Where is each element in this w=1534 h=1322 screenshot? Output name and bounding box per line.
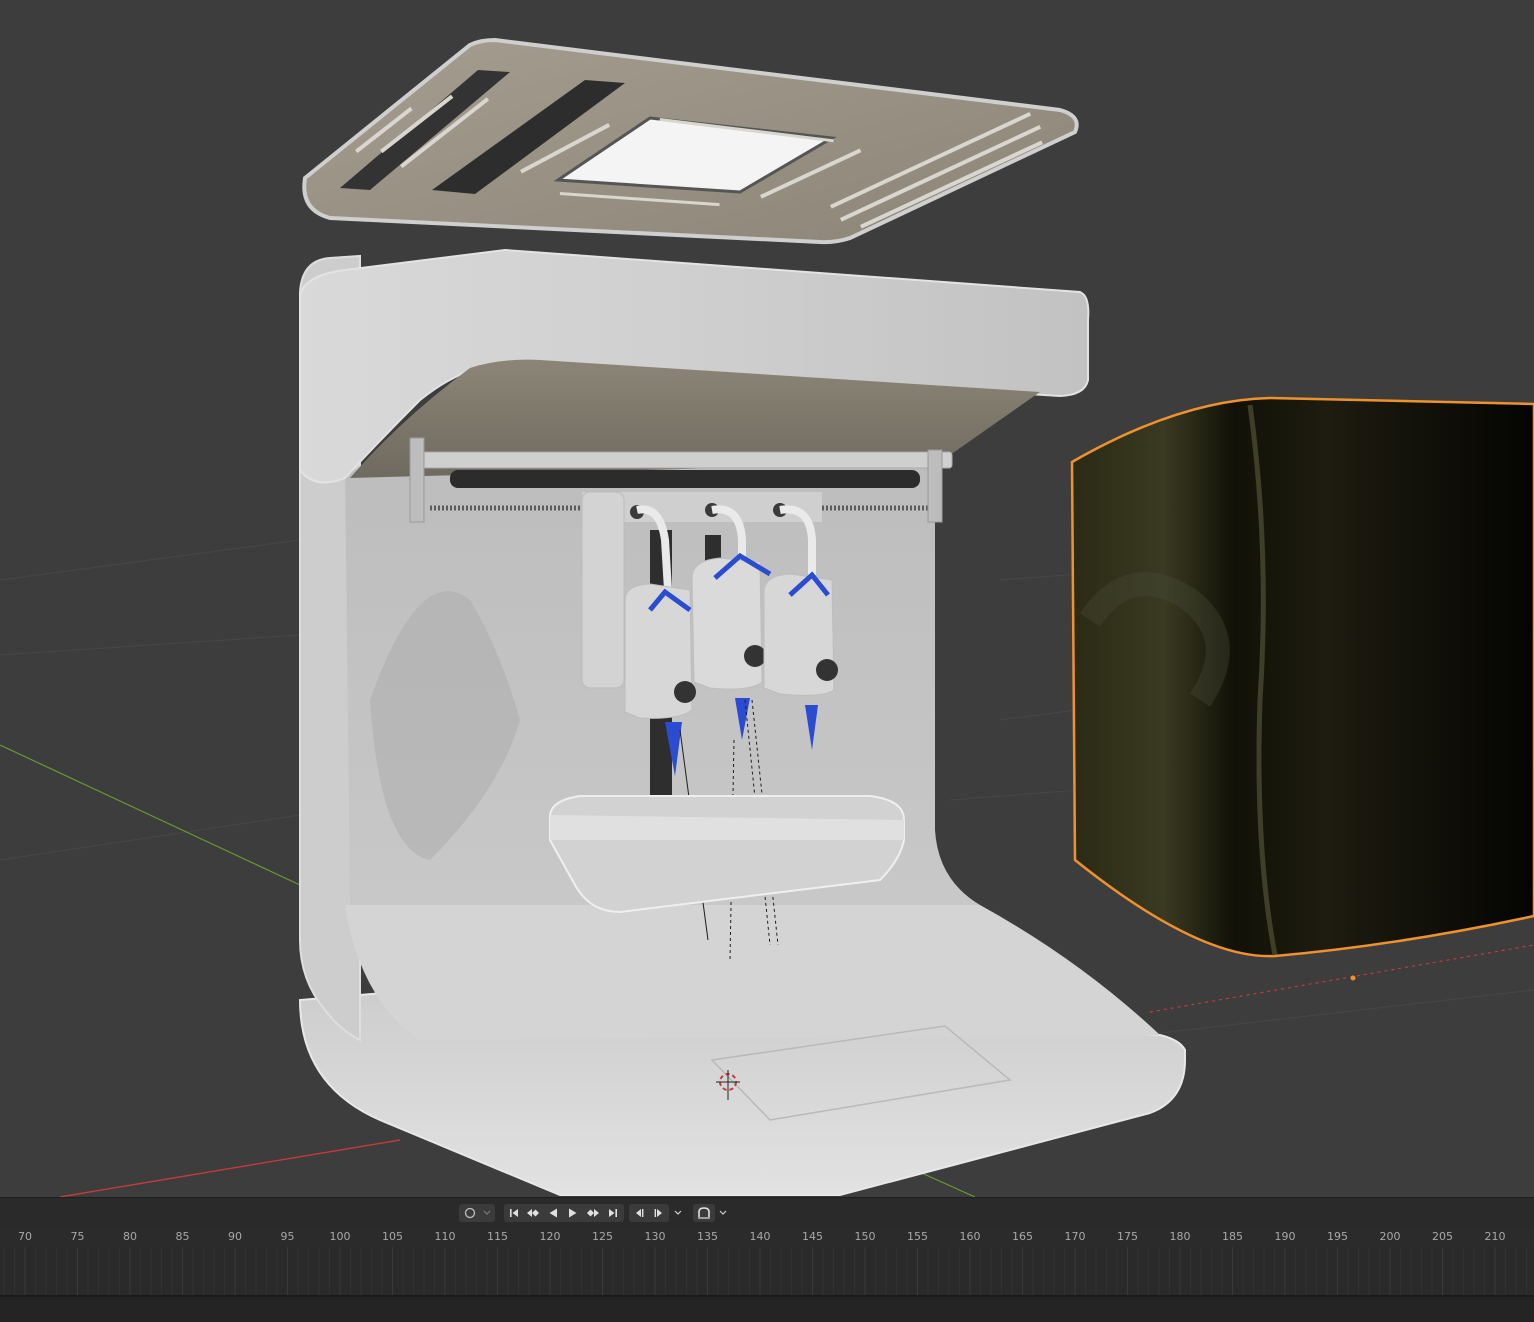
frame-label: 185: [1222, 1230, 1243, 1243]
y-axis-line-lower: [914, 1169, 976, 1197]
timeline-header: [0, 1197, 1534, 1228]
frame-label: 95: [280, 1230, 295, 1243]
x-axis-line-right: [1149, 944, 1534, 1013]
frame-label: 200: [1379, 1230, 1401, 1243]
frame-label: 75: [70, 1230, 85, 1243]
frame-label: 115: [487, 1230, 508, 1243]
viewport-scene[interactable]: [0, 0, 1534, 1197]
frame-label: 205: [1432, 1230, 1453, 1243]
frame-label: 145: [802, 1230, 823, 1243]
frame-label: 195: [1327, 1230, 1348, 1243]
frame-label: 70: [18, 1230, 32, 1243]
jump-to-start-icon[interactable]: [505, 1204, 523, 1222]
frame-label: 190: [1274, 1230, 1296, 1243]
cube-origin-dot: [1350, 975, 1356, 981]
frame-label: 160: [959, 1230, 981, 1243]
frame-label: 175: [1117, 1230, 1138, 1243]
frame-label: 170: [1064, 1230, 1086, 1243]
record-circle-icon[interactable]: [461, 1204, 479, 1222]
frame-label: 105: [382, 1230, 403, 1243]
3d-viewport[interactable]: [0, 0, 1534, 1197]
frame-label: 150: [854, 1230, 876, 1243]
step-forward-icon[interactable]: [650, 1204, 668, 1222]
frame-grid: [3, 1247, 1527, 1295]
step-back-icon[interactable]: [630, 1204, 648, 1222]
x-axis-line: [59, 1139, 401, 1197]
play-icon[interactable]: [564, 1204, 582, 1222]
y-axis-line: [0, 744, 301, 886]
frame-label: 100: [329, 1230, 351, 1243]
frame-label: 125: [592, 1230, 613, 1243]
timeline-scrollbar[interactable]: [0, 1295, 1534, 1322]
timeline-track-area[interactable]: [0, 1247, 1534, 1295]
jump-to-end-icon[interactable]: [604, 1204, 622, 1222]
frame-label: 210: [1484, 1230, 1506, 1243]
frame-label: 155: [907, 1230, 928, 1243]
timeline-editor[interactable]: 70 75 80 85 90 95 100 105 110 115 120 12…: [0, 1197, 1534, 1322]
next-keyframe-icon[interactable]: [584, 1204, 602, 1222]
keying-dropdown[interactable]: [480, 1204, 494, 1222]
frame-label: 165: [1012, 1230, 1033, 1243]
frame-label: 130: [644, 1230, 666, 1243]
printer-lid[interactable]: [302, 37, 1079, 245]
frame-label: 85: [175, 1230, 190, 1243]
selected-cube[interactable]: [1070, 396, 1534, 958]
frame-label: 110: [434, 1230, 456, 1243]
frame-label: 120: [539, 1230, 561, 1243]
frame-label: 135: [697, 1230, 718, 1243]
snap-dropdown[interactable]: [716, 1204, 730, 1222]
playback-dropdown[interactable]: [671, 1204, 685, 1222]
frame-label: 80: [123, 1230, 137, 1243]
frame-label: 140: [749, 1230, 771, 1243]
snap-magnet-icon[interactable]: [695, 1204, 713, 1222]
frame-label: 90: [228, 1230, 242, 1243]
play-reverse-icon[interactable]: [544, 1204, 562, 1222]
frame-label: 180: [1169, 1230, 1191, 1243]
previous-keyframe-icon[interactable]: [524, 1204, 542, 1222]
frame-ruler[interactable]: 70 75 80 85 90 95 100 105 110 115 120 12…: [0, 1227, 1534, 1247]
